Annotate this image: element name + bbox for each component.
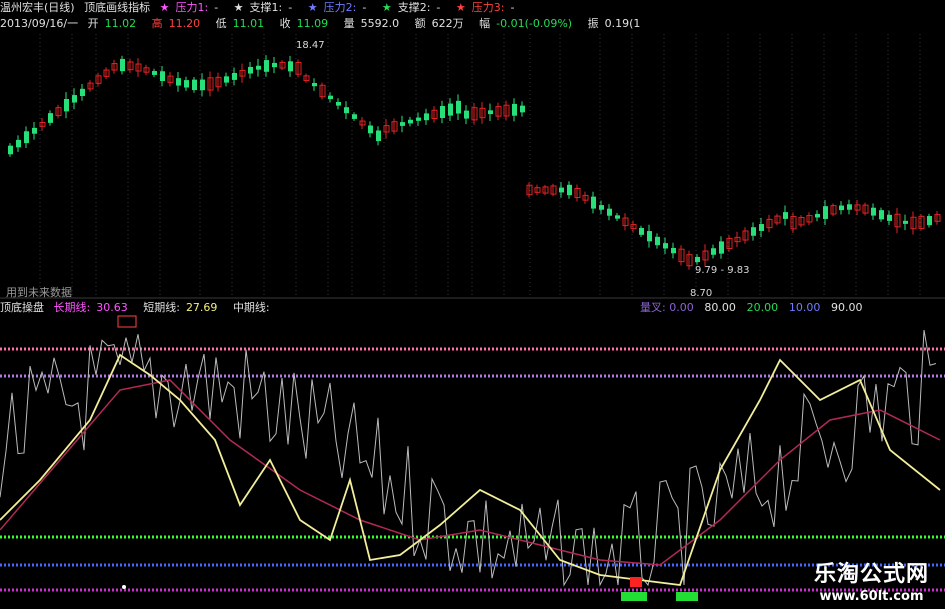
candle-body: [72, 95, 77, 103]
candle-body: [751, 227, 756, 236]
high-annotation: 18.47: [296, 40, 325, 51]
candlestick-series: [8, 55, 941, 328]
candle-body: [695, 256, 700, 263]
candle-body: [599, 205, 604, 210]
candle-body: [232, 72, 237, 80]
candle-body: [224, 76, 229, 83]
marker-box: [117, 315, 137, 328]
candle-body: [719, 241, 724, 254]
candle-body: [152, 71, 157, 75]
candle-body: [160, 71, 165, 82]
candle-body: [879, 210, 884, 220]
candle-body: [400, 122, 405, 126]
candle-body: [256, 65, 261, 70]
candle-body: [607, 208, 612, 216]
indicator-lines: [0, 329, 941, 587]
candle-body: [344, 107, 349, 114]
candle-body: [328, 95, 333, 100]
candle-body: [903, 220, 908, 224]
candle-body: [448, 103, 453, 116]
candle-body: [264, 60, 269, 72]
candle-body: [248, 66, 253, 74]
indicator-panel-name: 顶底操盘: [0, 301, 44, 314]
candle-body: [567, 184, 572, 196]
candle-body: [8, 145, 13, 155]
candle-body: [440, 106, 445, 118]
candle-body: [671, 247, 676, 254]
candle-body: [839, 205, 844, 211]
candle-body: [639, 227, 644, 235]
candle-body: [871, 207, 876, 216]
candle-body: [927, 216, 932, 226]
candle-body: [759, 224, 764, 231]
candle-body: [408, 119, 413, 124]
candle-body: [655, 236, 660, 246]
signal-green: [621, 592, 647, 601]
watermark-url: www.60lt.com: [819, 589, 924, 604]
level-stats: 量叉: 0.00 : 80.00 : 20.00 : 10.00 : 90.00: [640, 301, 863, 314]
candle-body: [823, 206, 828, 219]
candle-body: [352, 114, 357, 119]
watermark: 乐淘公式网 www.60lt.com: [814, 556, 929, 604]
candle-body: [424, 113, 429, 121]
candle-body: [288, 61, 293, 72]
future-data-note: 用到未来数据: [6, 286, 72, 299]
low-annotation: 8.70: [690, 288, 712, 299]
candle-body: [887, 214, 892, 221]
short-line-readout: 短期线: 27.69: [143, 301, 218, 314]
candle-body: [336, 101, 341, 106]
candle-body: [488, 110, 493, 115]
price-grid: [0, 34, 945, 299]
candle-body: [416, 117, 421, 121]
candle-body: [368, 125, 373, 134]
candle-body: [32, 127, 37, 134]
candle-body: [80, 88, 85, 96]
candle-body: [312, 82, 317, 87]
candle-body: [456, 100, 461, 114]
candle-body: [615, 215, 620, 219]
candle-body: [512, 103, 517, 116]
candle-body: [663, 243, 668, 249]
candle-body: [647, 231, 652, 242]
candle-body: [48, 113, 53, 123]
long-line-readout: 长期线: 30.63: [53, 301, 128, 314]
indicator-header: 顶底操盘 长期线: 30.63 短期线: 27.69 中期线:: [0, 299, 276, 317]
candle-body: [376, 130, 381, 142]
candle-body: [192, 79, 197, 91]
candle-body: [847, 204, 852, 210]
watermark-title: 乐淘公式网: [813, 562, 929, 587]
candle-body: [64, 99, 69, 112]
candle-body: [464, 110, 469, 119]
candle-body: [520, 105, 525, 113]
candle-body: [711, 248, 716, 255]
candle-body: [783, 212, 788, 219]
stock-chart-window: 温州宏丰(日线) 顶底画线指标 ★ 压力1: - ★ 支撑1: - ★ 压力2: - ★ 支撑…: [0, 0, 945, 609]
candle-body: [815, 213, 820, 218]
candle-body: [24, 131, 29, 144]
candle-body: [559, 187, 564, 193]
signal-red: [630, 577, 642, 587]
candle-body: [120, 58, 125, 72]
candle-body: [176, 78, 181, 86]
range-annotation: 9.79 - 9.83: [695, 265, 750, 276]
candle-body: [591, 196, 596, 209]
candle-body: [184, 80, 189, 88]
candle-body: [200, 79, 205, 91]
candle-body: [272, 62, 277, 68]
candle-body: [16, 139, 21, 148]
mid-line-readout: 中期线:: [232, 301, 270, 314]
signal-green: [676, 592, 698, 601]
signal-dot: [122, 585, 126, 589]
